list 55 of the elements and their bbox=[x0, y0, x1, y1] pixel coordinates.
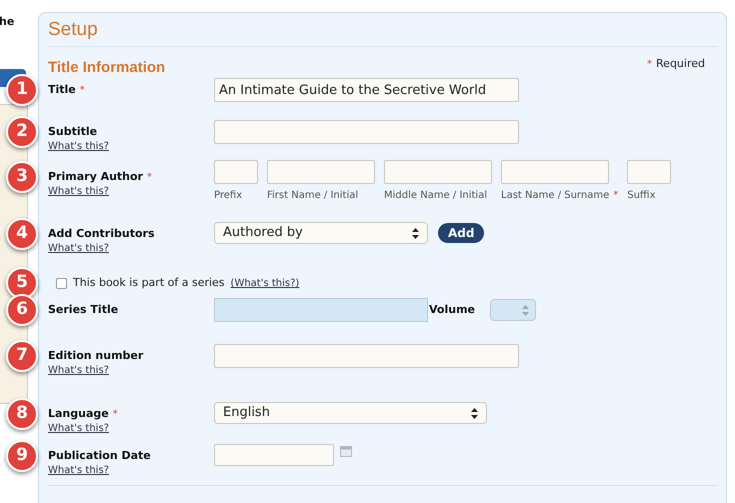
name-field[interactable] bbox=[214, 160, 258, 184]
text-field[interactable]: An Intimate Guide to the Secretive World bbox=[214, 78, 519, 102]
whats-this-link[interactable]: What's this? bbox=[48, 363, 109, 378]
field-label: Add Contributors bbox=[48, 226, 154, 242]
field-caption: Last Name / Surname bbox=[501, 189, 610, 203]
whats-this-link[interactable]: What's this? bbox=[48, 139, 109, 154]
whats-this-link[interactable]: What's this? bbox=[48, 463, 109, 478]
field-label: Language bbox=[48, 406, 109, 422]
field-caption: Suffix bbox=[627, 189, 656, 203]
field-label: Title bbox=[48, 82, 76, 98]
whats-this-link[interactable]: What's this? bbox=[48, 184, 109, 199]
step-badge: 3 bbox=[6, 161, 38, 193]
field-label: Primary Author bbox=[48, 169, 143, 186]
add-button[interactable]: Add bbox=[438, 223, 484, 243]
field-caption: First Name / Initial bbox=[267, 189, 358, 203]
name-field[interactable] bbox=[384, 160, 492, 184]
dropdown[interactable]: English bbox=[214, 402, 487, 424]
series-checkbox[interactable] bbox=[56, 278, 67, 289]
step-badge: 8 bbox=[6, 398, 38, 430]
name-field[interactable] bbox=[501, 160, 609, 184]
name-field[interactable] bbox=[627, 160, 672, 184]
field-label: Publication Date bbox=[48, 448, 151, 464]
required-note: Required bbox=[656, 56, 705, 72]
field-label: Series Title bbox=[48, 302, 118, 318]
step-badge: 9 bbox=[6, 440, 38, 472]
section-title: Title Information bbox=[48, 58, 166, 78]
required-mark: * bbox=[613, 189, 618, 203]
required-mark: * bbox=[112, 408, 118, 422]
field-caption: Middle Name / Initial bbox=[384, 189, 488, 203]
field-label: Subtitle bbox=[48, 124, 98, 140]
whats-this-link[interactable]: What's this? bbox=[48, 241, 109, 256]
date-field[interactable] bbox=[214, 444, 334, 466]
step-badge: 7 bbox=[6, 340, 38, 372]
select-arrows-icon bbox=[522, 304, 529, 316]
checkbox-label: This book is part of a series bbox=[73, 275, 225, 292]
dropdown[interactable]: Authored by bbox=[214, 222, 428, 244]
step-badge: 4 bbox=[6, 218, 38, 250]
sidebar-text: he bbox=[0, 14, 16, 30]
step-badge: 1 bbox=[6, 74, 38, 106]
required-mark: * bbox=[80, 84, 85, 98]
field-caption: Prefix bbox=[214, 189, 242, 203]
text-field[interactable] bbox=[214, 344, 519, 368]
calendar-icon[interactable] bbox=[340, 446, 352, 457]
text-field[interactable] bbox=[214, 120, 519, 144]
step-badge: 2 bbox=[6, 116, 38, 148]
select-arrows-icon bbox=[471, 408, 478, 418]
name-field[interactable] bbox=[267, 160, 375, 184]
whats-this-link[interactable]: What's this? bbox=[48, 421, 109, 436]
required-mark: * bbox=[146, 171, 152, 185]
whats-this-link[interactable]: (What's this?) bbox=[230, 276, 300, 291]
panel-title: Setup bbox=[48, 18, 98, 42]
select-arrows-icon bbox=[412, 228, 419, 238]
field-label: Edition number bbox=[48, 348, 144, 364]
volume-label: Volume bbox=[429, 302, 475, 318]
required-mark: * bbox=[647, 58, 652, 72]
